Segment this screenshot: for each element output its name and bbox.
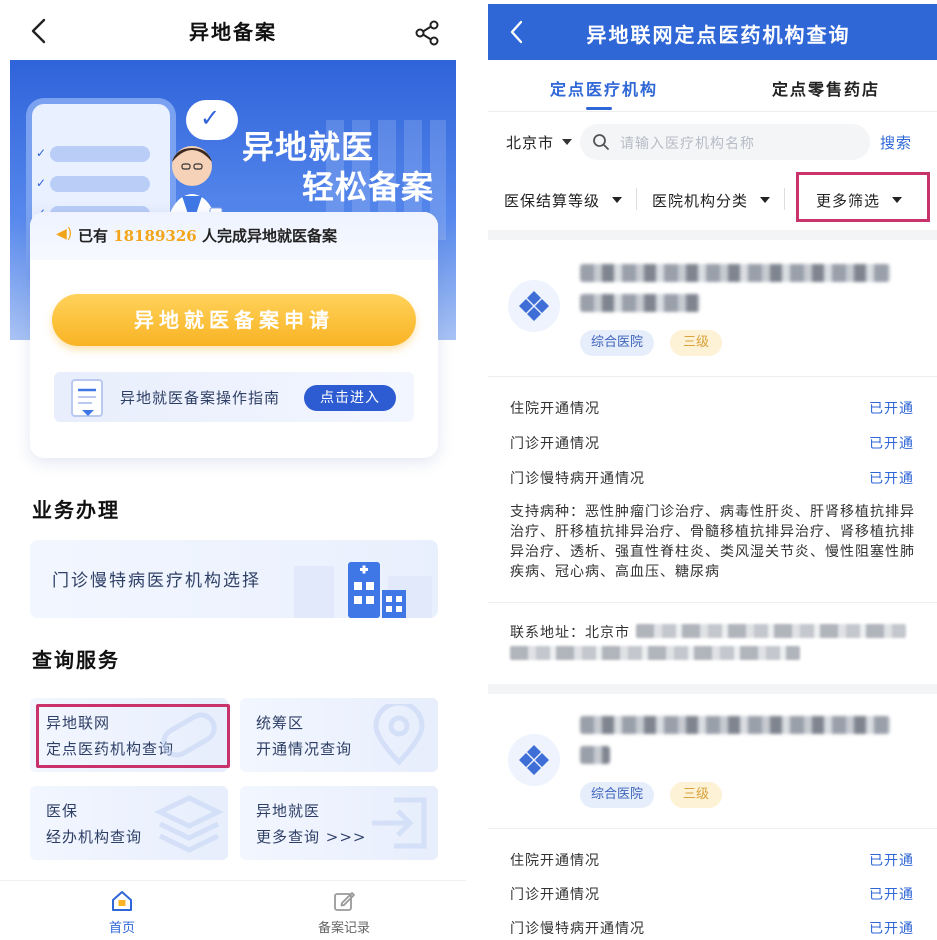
tab-records-label: 备案记录 [317,921,370,936]
institution-name-redacted [580,294,700,312]
layers-icon [154,795,224,853]
tile-subtitle: 经办机构查询 [46,828,143,846]
bottom-tab-bar: 首页 备案记录 [0,880,466,940]
chronic-outpatient-status-row: 门诊慢特病开通情况 已开通 [510,471,914,487]
search-icon [593,134,609,150]
inpatient-status-row: 住院开通情况 已开通 [510,853,914,869]
tab-home[interactable]: 首页 [62,889,182,936]
institution-type-tag: 综合医院 [580,330,654,356]
city-selector[interactable]: 北京市 [506,132,554,153]
institution-name-redacted [580,264,890,282]
tile-title: 异地联网 [46,714,111,732]
query-tile-pooling-area[interactable]: 统筹区 开通情况查询 [240,698,438,772]
share-icon[interactable] [414,20,440,46]
business-item-label: 门诊慢特病医疗机构选择 [52,571,261,591]
inpatient-status-row: 住院开通情况 已开通 [510,401,914,417]
tab-records[interactable]: 备案记录 [284,889,404,936]
tile-subtitle: 开通情况查询 [256,740,353,758]
search-button[interactable]: 搜索 [880,132,912,153]
right-nav-bar: 异地联网定点医药机构查询 [488,4,937,60]
edit-record-icon [334,892,355,911]
pill-icon [161,712,217,758]
caret-down-icon [892,197,902,203]
business-section-title: 业务办理 [32,498,120,522]
page-title: 异地联网定点医药机构查询 [586,23,851,47]
filter-settlement-level[interactable]: 医保结算等级 [504,190,600,211]
banner-title-line2: 轻松备案 [302,168,435,206]
search-placeholder: 请输入医疗机构名称 [620,136,755,152]
filter-institution-category[interactable]: 医院机构分类 [652,190,748,211]
hospital-building-icon [294,562,432,618]
tile-title: 医保 [46,802,79,820]
chronic-outpatient-status-row: 门诊慢特病开通情况 已开通 [510,921,914,937]
outpatient-status-row: 门诊开通情况 已开通 [510,887,914,903]
institution-name-redacted [580,746,610,764]
filing-stat-bar: ◀) 已有 18189326 人完成异地就医备案 [30,212,438,260]
check-icon: ✓ [36,146,47,160]
chat-check-bubble-icon: ✓ [186,100,238,140]
search-input[interactable]: 请输入医疗机构名称 [580,124,870,160]
institution-type-tag: 综合医院 [580,782,654,808]
document-icon [71,379,103,417]
query-tile-more[interactable]: 异地就医 更多查询 >>> [240,786,438,860]
tile-subtitle: 更多查询 >>> [256,828,367,846]
operation-guide-banner[interactable]: 异地就医备案操作指南 点击进入 [54,372,414,422]
query-section-title: 查询服务 [32,648,120,672]
filter-bar: 医保结算等级 医院机构分类 更多筛选 [488,172,937,224]
search-bar: 北京市 请输入医疗机构名称 搜索 [488,120,937,164]
left-nav-bar: 异地备案 [0,0,466,60]
query-tile-designated-institutions[interactable]: 异地联网 定点医药机构查询 [30,698,228,772]
location-pin-icon [373,704,425,766]
filing-stat-text: 已有 18189326 人完成异地就医备案 [78,227,337,245]
active-tab-indicator [586,107,612,110]
caret-down-icon [562,139,572,145]
address-redacted [636,624,906,638]
chronic-disease-institution-select[interactable]: 门诊慢特病医疗机构选择 [30,540,438,618]
right-screen: 异地联网定点医药机构查询 定点医疗机构 定点零售药店 北京市 请输入医疗机构名称… [488,0,937,940]
tab-medical-institutions[interactable]: 定点医疗机构 [550,76,658,100]
institution-level-tag: 三级 [670,782,722,808]
filter-more[interactable]: 更多筛选 [816,190,880,211]
home-icon [112,891,132,911]
check-icon: ✓ [36,176,47,190]
left-screen: 异地备案 ✓ ✓ ✓ ✓ 异地就医 轻松备案 [0,0,466,940]
filing-count: 18189326 [113,227,197,245]
supported-diseases-text: 支持病种：恶性肿瘤门诊治疗、病毒性肝炎、肝肾移植抗排异治疗、肝移植抗排异治疗、骨… [510,504,915,580]
apply-filing-button[interactable]: 异地就医备案申请 [52,294,416,346]
tile-title: 统筹区 [256,714,305,732]
speaker-icon: ◀) [56,226,73,242]
tab-retail-pharmacies[interactable]: 定点零售药店 [772,76,880,100]
enter-guide-button[interactable]: 点击进入 [304,385,396,411]
institution-type-tabs: 定点医疗机构 定点零售药店 [488,60,937,112]
caret-down-icon [760,197,770,203]
apply-card: ◀) 已有 18189326 人完成异地就医备案 异地就医备案申请 异地就医备案… [30,212,438,458]
caret-down-icon [612,197,622,203]
address-redacted [510,646,800,660]
query-tile-agency[interactable]: 医保 经办机构查询 [30,786,228,860]
address-label: 联系地址：北京市 [510,625,630,641]
tab-home-label: 首页 [108,921,135,936]
institution-card[interactable]: 综合医院 三级 住院开通情况 已开通 门诊开通情况 已开通 门诊慢特病开通情况 … [488,240,937,690]
institution-name-redacted [580,716,890,734]
institution-card[interactable]: 综合医院 三级 住院开通情况 已开通 门诊开通情况 已开通 门诊慢特病开通情况 … [488,694,937,940]
page-title: 异地备案 [189,20,277,44]
institution-level-tag: 三级 [670,330,722,356]
guide-label: 异地就医备案操作指南 [120,389,281,407]
outpatient-status-row: 门诊开通情况 已开通 [510,436,914,452]
institution-logo-icon [508,280,560,332]
institution-logo-icon [508,734,560,786]
exit-arrow-icon [372,797,427,849]
tile-title: 异地就医 [256,802,321,820]
